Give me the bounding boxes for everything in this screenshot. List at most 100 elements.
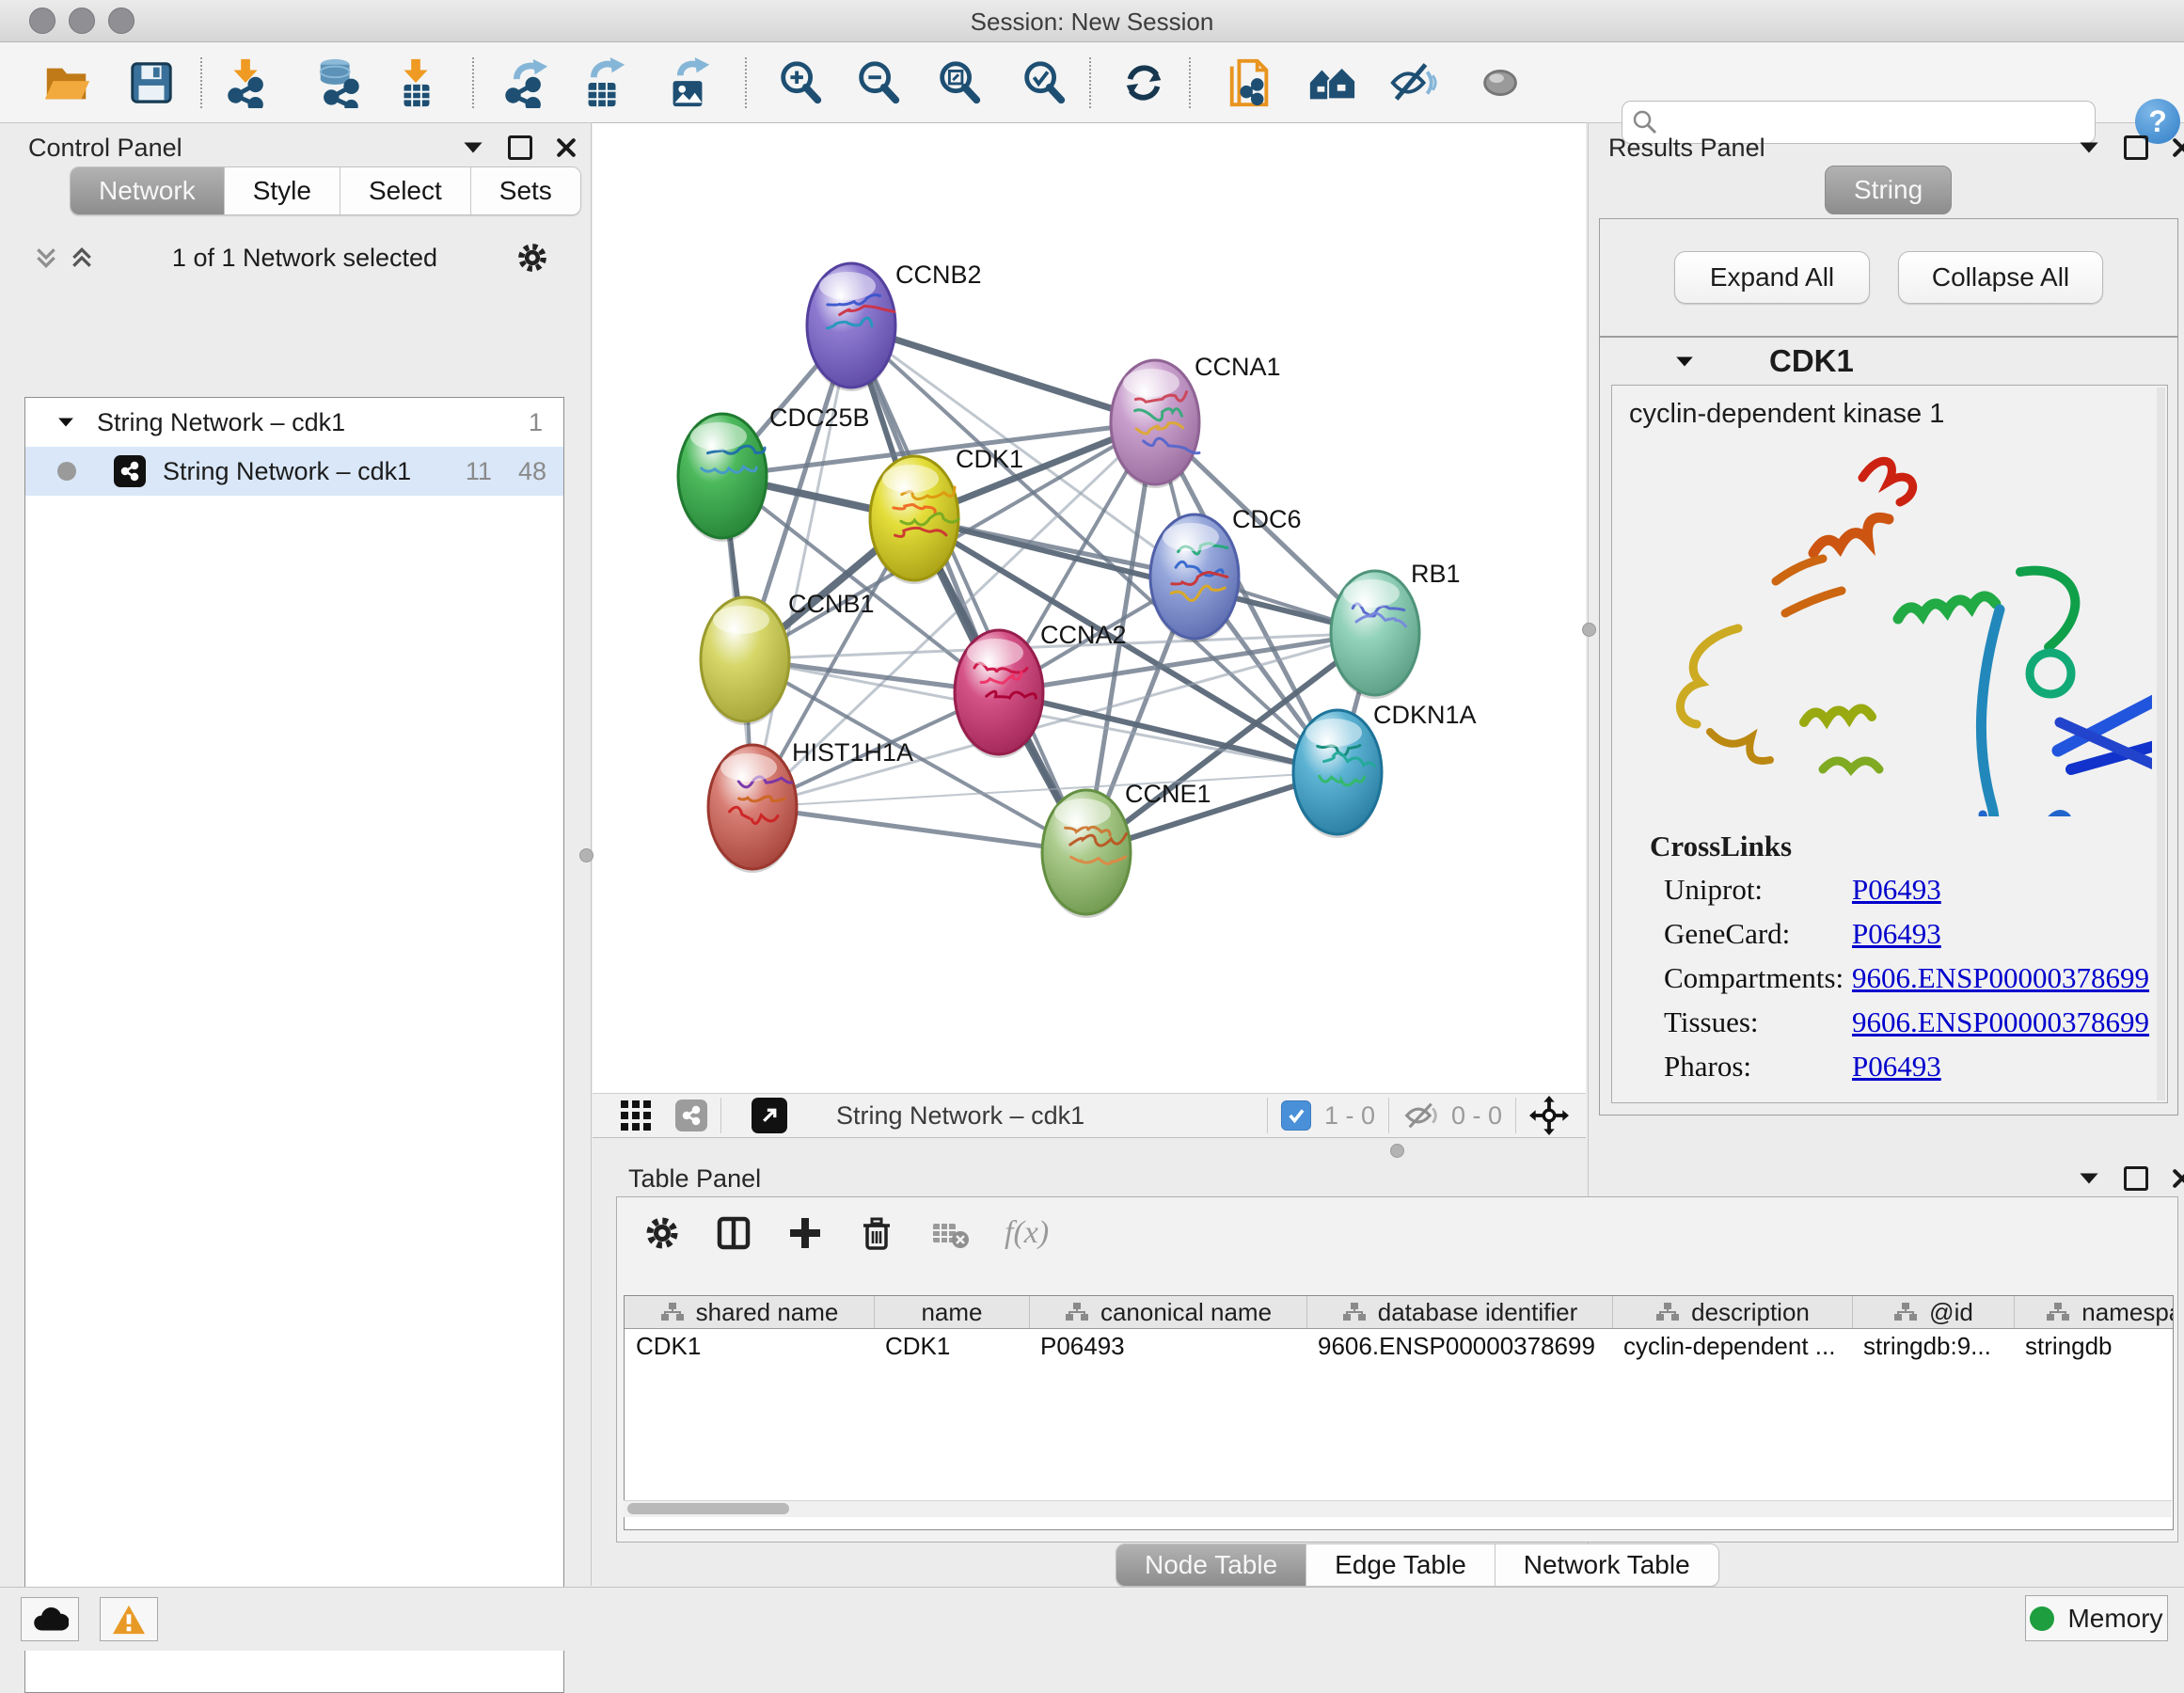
network-collection-row[interactable]: String Network – cdk1 1 [25, 398, 563, 447]
network-node-CCNB2[interactable] [807, 263, 895, 391]
memory-button[interactable]: Memory [2025, 1595, 2168, 1641]
column-header-namespace[interactable]: namespace [2014, 1296, 2174, 1328]
network-node-RB1[interactable] [1331, 571, 1419, 699]
network-options-gear-icon[interactable] [515, 241, 549, 275]
tab-network-table[interactable]: Network Table [1495, 1544, 1718, 1586]
panel-close-icon[interactable] [557, 138, 576, 157]
panel-menu-icon[interactable] [2079, 141, 2099, 154]
table-cell[interactable]: CDK1 [625, 1332, 874, 1361]
crosslink-link[interactable]: P06493 [1852, 917, 1941, 951]
show-graphics-details-icon[interactable] [1474, 55, 1528, 110]
import-table-from-file-icon[interactable] [389, 55, 444, 110]
crosslink-link[interactable]: P06493 [1852, 1050, 1941, 1084]
tab-string[interactable]: String [1825, 166, 1952, 214]
hidden-eye-slash-icon[interactable] [1402, 1100, 1440, 1131]
table-row[interactable]: CDK1CDK1P064939606.ENSP00000378699cyclin… [625, 1329, 2173, 1363]
network-node-CDK1[interactable] [870, 456, 958, 584]
network-node-CCNA2[interactable] [955, 630, 1043, 758]
crosslink-link[interactable]: P06493 [1852, 873, 1941, 907]
birdseye-share-icon[interactable] [675, 1100, 707, 1131]
network-edge-CCNB2-CCNA1[interactable] [851, 325, 1155, 422]
hide-glass-effect-icon[interactable] [1385, 55, 1440, 110]
cloud-status-button[interactable] [21, 1597, 79, 1641]
function-builder-icon[interactable]: f(x) [1005, 1215, 1049, 1251]
network-node-CCNA1[interactable] [1111, 360, 1199, 488]
column-header-id[interactable]: @id [1852, 1296, 2014, 1328]
tab-network[interactable]: Network [71, 167, 224, 214]
open-session-icon[interactable] [40, 55, 94, 110]
panel-menu-icon[interactable] [463, 141, 483, 154]
tab-sets[interactable]: Sets [470, 167, 580, 214]
panel-menu-icon[interactable] [2079, 1172, 2099, 1185]
network-node-CCNB1[interactable] [701, 597, 789, 725]
zoom-fit-icon[interactable] [932, 55, 987, 110]
column-header-shared-name[interactable]: shared name [625, 1296, 874, 1328]
delete-column-trash-icon[interactable] [858, 1214, 895, 1252]
entry-header[interactable]: CDK1 [1600, 338, 2177, 385]
delete-table-icon[interactable] [929, 1214, 971, 1252]
table-cell[interactable]: 9606.ENSP00000378699 [1306, 1332, 1612, 1361]
column-header-name[interactable]: name [874, 1296, 1029, 1328]
column-header-description[interactable]: description [1612, 1296, 1852, 1328]
collapse-all-button[interactable]: Collapse All [1898, 251, 2103, 304]
table-cell[interactable]: stringdb:9... [1852, 1332, 2014, 1361]
zoom-in-icon[interactable] [773, 55, 828, 110]
network-edge-CCNB2-CCNE1[interactable] [851, 325, 1086, 852]
zoom-out-icon[interactable] [851, 55, 906, 110]
results-scrollbar[interactable] [2157, 388, 2165, 1100]
table-cell[interactable]: P06493 [1029, 1332, 1306, 1361]
import-network-from-file-icon[interactable] [219, 55, 274, 110]
table-cell[interactable]: stringdb [2014, 1332, 2174, 1361]
column-header-canonical-name[interactable]: canonical name [1029, 1296, 1306, 1328]
tab-node-table[interactable]: Node Table [1116, 1544, 1306, 1586]
tab-edge-table[interactable]: Edge Table [1306, 1544, 1495, 1586]
home-species-icon[interactable] [1305, 55, 1359, 110]
zoom-selected-icon[interactable] [1017, 55, 1071, 110]
network-node-CDC6[interactable] [1150, 514, 1239, 642]
selected-checkbox-icon[interactable] [1281, 1100, 1311, 1131]
collapse-all-icon[interactable] [34, 245, 58, 270]
table-options-gear-icon[interactable] [643, 1214, 681, 1252]
export-table-icon[interactable] [576, 55, 630, 110]
save-session-icon[interactable] [124, 55, 179, 110]
panel-float-icon[interactable] [508, 135, 532, 160]
table-cell[interactable]: cyclin-dependent ... [1612, 1332, 1852, 1361]
network-node-HIST1H1A[interactable] [708, 745, 797, 873]
entry-expander-icon[interactable] [1675, 356, 1694, 368]
tree-expander-icon[interactable] [57, 417, 74, 428]
left-splitter-handle[interactable] [579, 848, 593, 862]
import-network-from-database-icon[interactable] [311, 55, 366, 110]
network-node-CDKN1A[interactable] [1293, 710, 1382, 838]
network-node-CDC25B[interactable] [678, 414, 767, 542]
show-columns-icon[interactable] [715, 1214, 752, 1252]
network-canvas[interactable]: CCNB2CCNA1CDC25BCDK1CDC6RB1CCNB1CCNA2HIS… [593, 123, 1586, 1094]
refresh-icon[interactable] [1116, 55, 1171, 110]
network-row-selected[interactable]: String Network – cdk1 11 48 [25, 447, 563, 496]
expand-all-button[interactable]: Expand All [1674, 251, 1870, 304]
detach-view-icon[interactable] [752, 1098, 787, 1133]
pan-crosshair-icon[interactable] [1529, 1096, 1569, 1135]
warnings-button[interactable] [100, 1597, 158, 1641]
panel-float-icon[interactable] [2124, 135, 2148, 160]
crosslink-link[interactable]: 9606.ENSP00000378699 [1852, 961, 2149, 995]
tab-select[interactable]: Select [340, 167, 470, 214]
network-edge-CDK1-RB1[interactable] [914, 518, 1375, 633]
grid-view-icon[interactable] [619, 1099, 653, 1132]
network-node-CCNE1[interactable] [1042, 790, 1131, 918]
panel-float-icon[interactable] [2124, 1166, 2148, 1191]
export-image-icon[interactable] [660, 55, 715, 110]
network-edge-CCNE1-HIST1H1A[interactable] [752, 807, 1086, 852]
table-horizontal-scrollbar[interactable] [624, 1500, 2172, 1517]
scrollbar-thumb[interactable] [627, 1503, 789, 1514]
crosslink-link[interactable]: 9606.ENSP00000378699 [1852, 1005, 2149, 1039]
table-cell[interactable]: CDK1 [874, 1332, 1029, 1361]
expand-all-icon[interactable] [70, 245, 94, 270]
horizontal-splitter-handle[interactable] [1390, 1144, 1404, 1158]
export-network-icon[interactable] [499, 55, 553, 110]
create-column-plus-icon[interactable] [786, 1214, 824, 1252]
panel-close-icon[interactable] [2173, 138, 2184, 157]
tab-style[interactable]: Style [224, 167, 340, 214]
column-header-database-identifier[interactable]: database identifier [1306, 1296, 1612, 1328]
panel-close-icon[interactable] [2173, 1169, 2184, 1188]
string-import-file-icon[interactable] [1223, 55, 1277, 110]
